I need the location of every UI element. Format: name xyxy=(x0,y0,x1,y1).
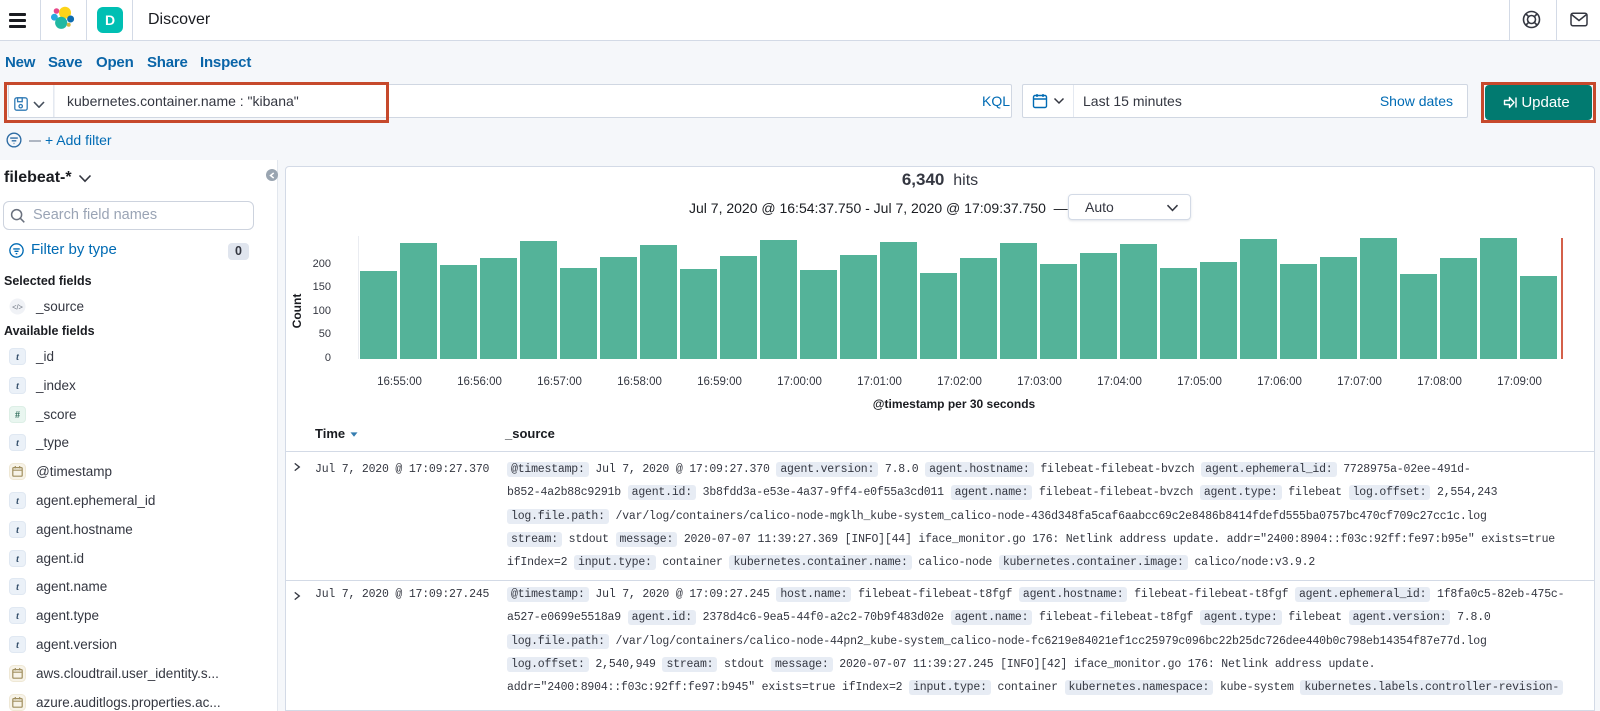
svg-text:</>: </> xyxy=(12,302,23,311)
